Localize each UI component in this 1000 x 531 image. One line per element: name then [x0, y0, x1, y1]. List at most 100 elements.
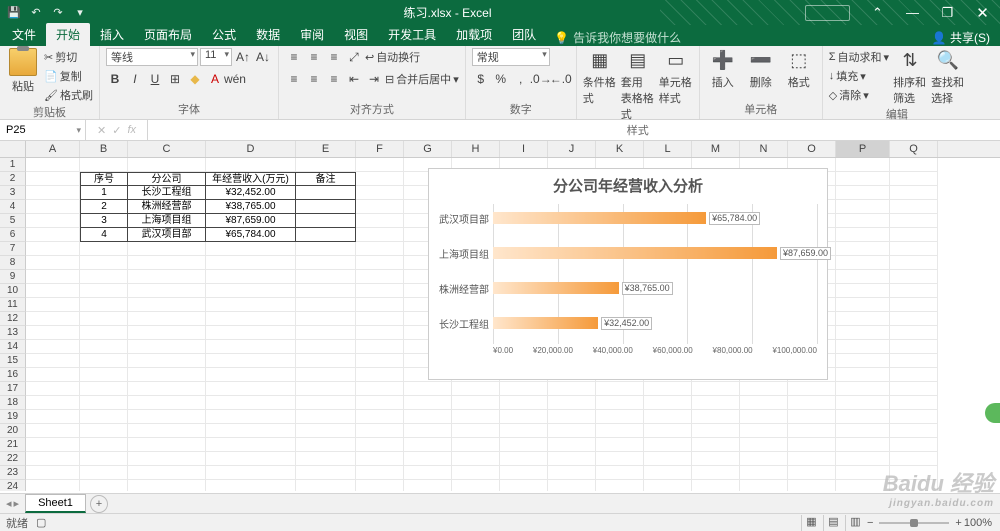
cell-styles-button[interactable]: ▭单元格样式	[659, 48, 693, 106]
align-top-button[interactable]: ≡	[285, 48, 303, 66]
cell[interactable]	[404, 424, 452, 438]
cell[interactable]	[692, 410, 740, 424]
cell[interactable]	[26, 298, 80, 312]
cell[interactable]	[836, 410, 890, 424]
cell[interactable]	[356, 480, 404, 491]
cell[interactable]	[596, 424, 644, 438]
cell[interactable]	[740, 452, 788, 466]
cell[interactable]	[80, 340, 128, 354]
increase-decimal-button[interactable]: .0→	[532, 70, 550, 88]
cell[interactable]	[296, 270, 356, 284]
cell[interactable]	[296, 424, 356, 438]
cell[interactable]	[890, 480, 938, 491]
cell[interactable]	[356, 368, 404, 382]
column-header-E[interactable]: E	[296, 141, 356, 157]
sheet-tab-sheet1[interactable]: Sheet1	[25, 494, 86, 513]
cell[interactable]	[206, 312, 296, 326]
column-header-B[interactable]: B	[80, 141, 128, 157]
cell[interactable]	[500, 410, 548, 424]
cell[interactable]	[836, 172, 890, 186]
cell[interactable]	[80, 312, 128, 326]
undo-button[interactable]: ↶	[26, 3, 46, 23]
cell[interactable]	[692, 466, 740, 480]
cell[interactable]	[890, 396, 938, 410]
cell[interactable]	[206, 298, 296, 312]
cell[interactable]	[500, 382, 548, 396]
redo-button[interactable]: ↷	[48, 3, 68, 23]
font-size-dropdown[interactable]: 11	[200, 48, 232, 66]
cell[interactable]	[26, 284, 80, 298]
cell[interactable]	[836, 242, 890, 256]
cell[interactable]	[128, 368, 206, 382]
cell[interactable]	[890, 284, 938, 298]
cell[interactable]	[596, 466, 644, 480]
cell[interactable]	[80, 242, 128, 256]
cell[interactable]	[26, 382, 80, 396]
cell[interactable]	[596, 480, 644, 491]
cell[interactable]	[890, 186, 938, 200]
cell[interactable]	[836, 200, 890, 214]
row-header-7[interactable]: 7	[0, 242, 26, 256]
column-header-J[interactable]: J	[548, 141, 596, 157]
cell[interactable]	[296, 382, 356, 396]
zoom-slider[interactable]	[879, 522, 949, 524]
embedded-chart[interactable]: 分公司年经营收入分析 武汉项目部¥65,784.00上海项目组¥87,659.0…	[428, 168, 828, 380]
cell[interactable]: 备注	[296, 172, 356, 186]
cell[interactable]	[128, 438, 206, 452]
paste-button[interactable]: 粘贴	[6, 48, 40, 94]
cell[interactable]	[836, 354, 890, 368]
cell[interactable]	[206, 340, 296, 354]
sheet-nav-first[interactable]: ◂	[6, 497, 12, 510]
cell[interactable]	[788, 410, 836, 424]
phonetic-button[interactable]: wén	[226, 70, 244, 88]
cell[interactable]	[206, 270, 296, 284]
cell[interactable]	[296, 158, 356, 172]
cell[interactable]	[890, 438, 938, 452]
conditional-format-button[interactable]: ▦条件格式	[583, 48, 617, 106]
cell[interactable]	[80, 284, 128, 298]
row-header-10[interactable]: 10	[0, 284, 26, 298]
cell[interactable]	[296, 242, 356, 256]
row-header-8[interactable]: 8	[0, 256, 26, 270]
cell[interactable]	[26, 172, 80, 186]
cell[interactable]	[206, 256, 296, 270]
cell[interactable]	[548, 424, 596, 438]
column-header-P[interactable]: P	[836, 141, 890, 157]
cell[interactable]	[206, 452, 296, 466]
cell[interactable]	[890, 312, 938, 326]
cell[interactable]	[890, 382, 938, 396]
cell[interactable]	[80, 326, 128, 340]
cell[interactable]	[404, 396, 452, 410]
normal-view-button[interactable]: ▦	[801, 515, 821, 531]
cell[interactable]	[26, 424, 80, 438]
align-bottom-button[interactable]: ≡	[325, 48, 343, 66]
cell[interactable]	[836, 396, 890, 410]
cell[interactable]	[206, 242, 296, 256]
cell[interactable]	[890, 256, 938, 270]
row-header-11[interactable]: 11	[0, 298, 26, 312]
row-header-19[interactable]: 19	[0, 410, 26, 424]
italic-button[interactable]: I	[126, 70, 144, 88]
cell[interactable]	[404, 466, 452, 480]
cell[interactable]	[26, 228, 80, 242]
column-header-H[interactable]: H	[452, 141, 500, 157]
cell[interactable]	[692, 424, 740, 438]
cell[interactable]	[206, 424, 296, 438]
cell[interactable]	[296, 438, 356, 452]
cell[interactable]	[548, 452, 596, 466]
cell[interactable]	[356, 410, 404, 424]
cell[interactable]	[26, 312, 80, 326]
formula-input[interactable]	[148, 120, 1000, 140]
cell[interactable]	[206, 410, 296, 424]
cell[interactable]	[788, 438, 836, 452]
cell[interactable]	[206, 396, 296, 410]
cell[interactable]	[452, 452, 500, 466]
cell[interactable]	[296, 200, 356, 214]
font-name-dropdown[interactable]: 等线	[106, 48, 198, 66]
row-header-22[interactable]: 22	[0, 452, 26, 466]
comma-button[interactable]: ,	[512, 70, 530, 88]
autosum-button[interactable]: Σ 自动求和 ▾	[829, 48, 889, 66]
cell[interactable]	[452, 438, 500, 452]
cell[interactable]	[356, 424, 404, 438]
indent-left-button[interactable]: ⇤	[345, 70, 363, 88]
